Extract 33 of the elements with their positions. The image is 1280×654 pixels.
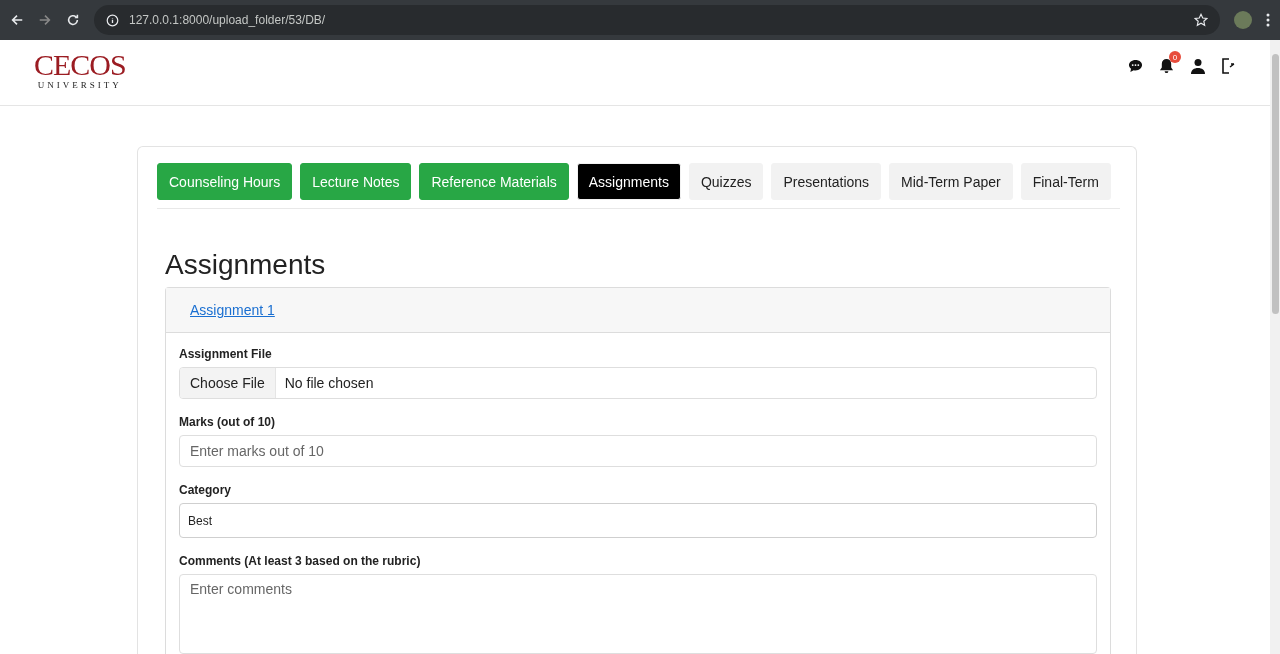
info-icon[interactable] (106, 13, 119, 27)
reload-icon[interactable] (66, 13, 80, 27)
section-tab[interactable]: Presentations (771, 163, 882, 200)
field-label: Marks (out of 10) (179, 415, 276, 429)
chat-icon[interactable] (1128, 59, 1143, 73)
assignment-link[interactable]: Assignment 1 (190, 302, 275, 318)
notification-badge: 0 (1169, 51, 1181, 63)
address-bar[interactable]: 127.0.0.1:8000/upload_folder/53/DB/ (94, 5, 1220, 35)
field-label: Assignment File (179, 347, 273, 361)
file-input[interactable]: Choose File No file chosen (179, 367, 1097, 399)
comments-field[interactable]: Enter comments (179, 574, 1097, 654)
category-select[interactable]: Best (179, 503, 1097, 538)
section-tab[interactable]: Assignments (576, 163, 681, 200)
field-label: Comments (At least 3 based on the rubric) (179, 554, 422, 568)
logo-subtitle: UNIVERSITY (37, 80, 122, 90)
user-icon[interactable] (1190, 58, 1206, 74)
url-text: 127.0.0.1:8000/upload_folder/53/DB/ (129, 13, 326, 27)
star-icon[interactable] (1194, 13, 1208, 27)
logo-title: CECOS (34, 50, 126, 80)
bell-icon[interactable] (1159, 58, 1174, 74)
profile-avatar[interactable] (1234, 11, 1252, 29)
back-icon[interactable] (10, 13, 24, 27)
file-status: No file chosen (284, 375, 374, 391)
section-tab[interactable]: Mid-Term Paper (889, 163, 1013, 200)
choose-file-button[interactable]: Choose File (180, 368, 276, 398)
section-tab[interactable]: Quizzes (688, 163, 764, 200)
marks-field[interactable]: Enter marks out of 10 (179, 435, 1097, 467)
forward-icon[interactable] (38, 13, 52, 27)
logout-icon[interactable] (1222, 58, 1236, 74)
field-label: Category (179, 483, 232, 497)
section-heading: Assignments (165, 249, 327, 281)
more-icon[interactable] (1266, 13, 1270, 27)
section-tab[interactable]: Final-Term (1020, 163, 1111, 200)
